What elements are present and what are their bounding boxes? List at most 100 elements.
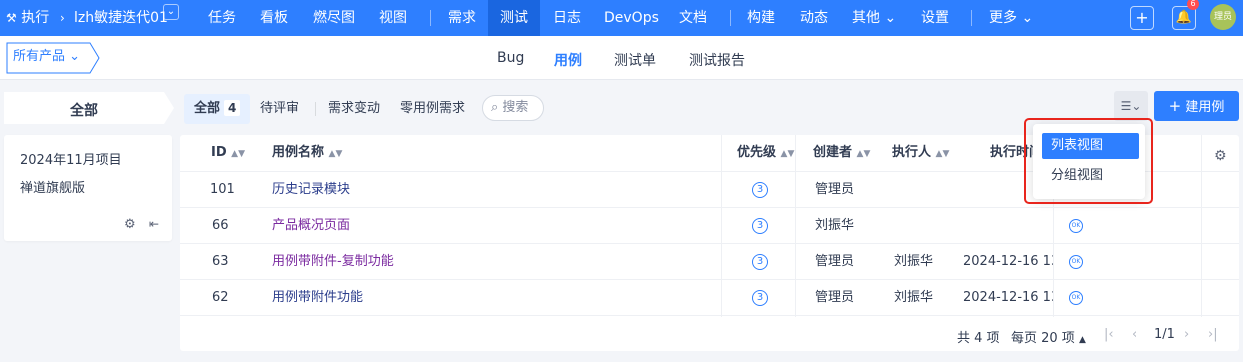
pager-size-label: 每页 20 项 (1011, 331, 1075, 346)
top-navbar: ⚒ 执行 › lzh敏捷迭代01 ⌄ 任务 看板 燃尽图 视图 需求 测试 日志… (0, 0, 1243, 36)
view-switch-button[interactable]: ☰⌄ (1114, 91, 1148, 121)
priority-badge: 3 (752, 289, 768, 306)
nav-doc[interactable]: 文档 (679, 0, 707, 36)
nav-test[interactable]: 测试 (488, 0, 540, 36)
iteration-title[interactable]: lzh敏捷迭代01 (74, 0, 168, 36)
nav-kanban[interactable]: 看板 (260, 0, 288, 36)
nav-build[interactable]: 构建 (747, 0, 775, 36)
result-cell: OK (1069, 208, 1083, 244)
result-cell: OK (1069, 280, 1083, 316)
caret-down-icon: ▲ (1078, 335, 1086, 345)
priority-badge: 3 (752, 181, 768, 198)
list-view-icon: ☰ (1120, 99, 1132, 113)
priority-cell: 3 (752, 280, 768, 316)
all-modules-label: 全部 (70, 103, 98, 119)
search-button[interactable]: ⌕ 搜索 (482, 95, 544, 121)
sort-icon: ▲▼ (856, 149, 871, 159)
sort-icon: ▲▼ (231, 149, 246, 159)
tab-case[interactable]: 用例 (554, 50, 582, 70)
sub-navbar: 所有产品 ⌄ Bug 用例 测试单 测试报告 (0, 36, 1243, 80)
filter-story-changed[interactable]: 需求变动 (318, 94, 390, 124)
nav-log[interactable]: 日志 (553, 0, 581, 36)
filter-all[interactable]: 全部 4 (184, 94, 251, 124)
result-ok-icon: OK (1069, 290, 1083, 305)
executor: 刘振华 (894, 254, 934, 269)
chevron-down-icon: ⌄ (1131, 99, 1142, 113)
header-creator-label: 创建者 (813, 145, 853, 160)
iteration-dropdown-icon[interactable]: ⌄ (163, 4, 179, 20)
search-icon: ⌕ (491, 100, 499, 115)
tree-item[interactable]: 2024年11月项目 (20, 149, 122, 168)
execution-menu[interactable]: ⚒ 执行 (6, 0, 49, 36)
case-id: 101 (210, 182, 235, 197)
first-page-icon[interactable]: |‹ (1104, 327, 1114, 342)
filter-pending-review[interactable]: 待评审 (250, 94, 309, 124)
plus-icon[interactable]: + (1130, 6, 1154, 30)
tree-item[interactable]: 禅道旗舰版 (20, 177, 85, 196)
creator: 刘振华 (815, 218, 855, 233)
nav-dynamic[interactable]: 动态 (800, 0, 828, 36)
product-selector[interactable]: 所有产品 ⌄ (6, 42, 100, 74)
pager-size-select[interactable]: 每页 20 项 ▲ (1011, 327, 1086, 346)
priority-cell: 3 (752, 244, 768, 280)
header-id[interactable]: ID ▲▼ (211, 135, 245, 171)
priority-badge: 3 (752, 253, 768, 270)
case-id: 62 (212, 290, 229, 305)
page-indicator: 1/1 (1154, 327, 1175, 342)
create-case-label: 建用例 (1185, 100, 1225, 115)
plus-icon: + (1168, 97, 1182, 115)
notification-badge: 6 (1187, 0, 1199, 10)
execution-icon: ⚒ (6, 11, 17, 25)
search-label: 搜索 (502, 100, 529, 115)
breadcrumb-chevron-icon: › (60, 11, 65, 25)
collapse-icon[interactable]: ⇤ (149, 217, 159, 231)
gear-icon[interactable]: ⚙ (124, 217, 136, 232)
nav-other[interactable]: 其他 ⌄ (852, 0, 896, 36)
create-case-button[interactable]: + 建用例 (1154, 91, 1239, 121)
header-creator[interactable]: 创建者 ▲▼ (813, 135, 870, 171)
nav-story[interactable]: 需求 (448, 0, 476, 36)
exec-time: 2024-12-16 13 (963, 290, 1053, 305)
header-priority[interactable]: 优先级 ▲▼ (737, 135, 794, 171)
tab-testtask[interactable]: 测试单 (614, 50, 656, 70)
nav-burndown[interactable]: 燃尽图 (313, 0, 355, 36)
case-title-link[interactable]: 用例带附件-复制功能 (272, 244, 394, 280)
nav-task[interactable]: 任务 (208, 0, 236, 36)
pager-total: 共 4 项 (957, 331, 1000, 346)
table-row[interactable]: 62 用例带附件功能 3 管理员 刘振华 2024-12-16 13 OK (180, 279, 1239, 315)
case-title-link[interactable]: 用例带附件功能 (272, 280, 363, 316)
case-title-link[interactable]: 产品概况页面 (272, 208, 350, 244)
table-settings-gear-icon[interactable]: ⚙ (1214, 148, 1227, 164)
all-modules-header[interactable]: 全部 (4, 92, 174, 124)
tab-bug[interactable]: Bug (497, 50, 524, 66)
nav-more[interactable]: 更多 ⌄ (989, 0, 1033, 36)
filter-no-case-story[interactable]: 零用例需求 (390, 94, 475, 124)
highlight-annotation-box (1024, 118, 1153, 204)
priority-cell: 3 (752, 172, 768, 208)
filter-all-count: 4 (224, 100, 241, 116)
next-page-icon[interactable]: › (1184, 327, 1189, 342)
creator: 管理员 (815, 290, 855, 305)
header-executor[interactable]: 执行人 ▲▼ (892, 135, 949, 171)
nav-divider (730, 10, 731, 26)
sort-icon: ▲▼ (328, 149, 343, 159)
table-row[interactable]: 63 用例带附件-复制功能 3 管理员 刘振华 2024-12-16 13 OK (180, 243, 1239, 279)
table-bottom-border (180, 315, 1239, 316)
header-name-label: 用例名称 (272, 145, 325, 160)
module-tree: 2024年11月项目 禅道旗舰版 ⚙ ⇤ (4, 135, 172, 241)
creator: 管理员 (815, 182, 855, 197)
nav-devops[interactable]: DevOps (604, 0, 659, 36)
header-name[interactable]: 用例名称 ▲▼ (272, 135, 342, 171)
avatar[interactable]: 理员 (1210, 4, 1236, 30)
creator: 管理员 (815, 254, 855, 269)
sort-icon: ▲▼ (935, 149, 950, 159)
prev-page-icon[interactable]: ‹ (1132, 327, 1137, 342)
case-title-link[interactable]: 历史记录模块 (272, 172, 350, 208)
nav-divider (971, 10, 972, 26)
result-ok-icon: OK (1069, 218, 1083, 233)
last-page-icon[interactable]: ›| (1208, 327, 1218, 342)
tab-testreport[interactable]: 测试报告 (689, 50, 745, 70)
table-row[interactable]: 66 产品概况页面 3 刘振华 OK (180, 207, 1239, 243)
nav-settings[interactable]: 设置 (921, 0, 949, 36)
nav-view[interactable]: 视图 (379, 0, 407, 36)
